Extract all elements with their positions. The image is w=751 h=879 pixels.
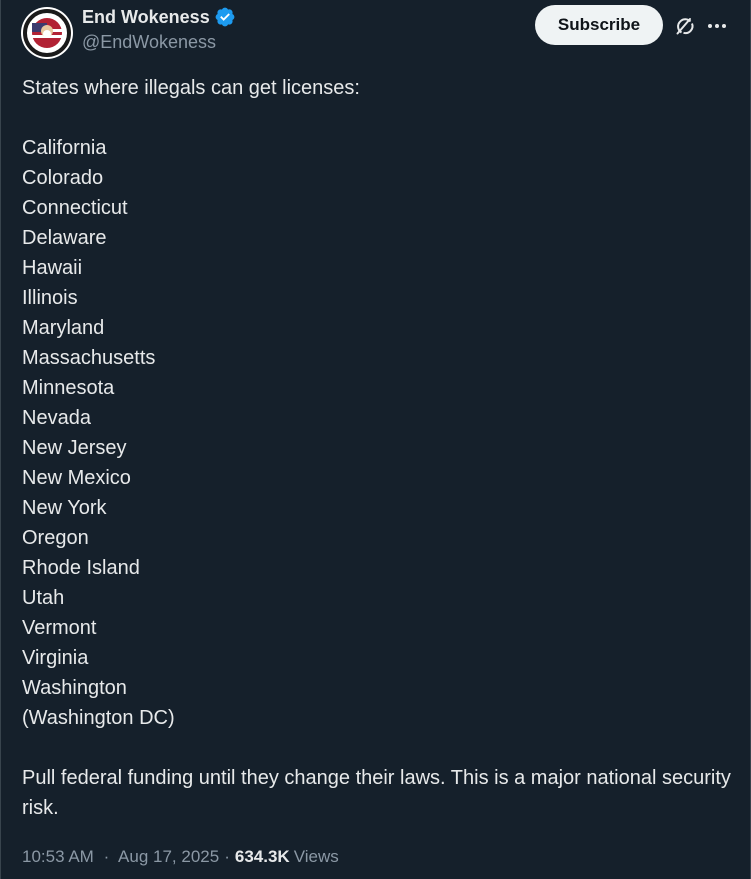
meta-separator: · xyxy=(103,847,110,866)
list-item: New Mexico xyxy=(22,467,131,489)
list-item: Colorado xyxy=(22,167,104,189)
list-item: Maryland xyxy=(22,317,105,339)
post-header: End Wokeness @EndWokeness Subscribe xyxy=(1,0,750,60)
post-time: 10:53 AM xyxy=(22,847,94,866)
list-item: Utah xyxy=(22,587,65,609)
avatar-logo-icon xyxy=(22,8,72,58)
views-label: Views xyxy=(293,847,339,866)
list-item: California xyxy=(22,137,107,159)
list-item: Washington xyxy=(22,677,127,699)
list-item: Illinois xyxy=(22,287,78,309)
post-body: States where illegals can get licenses: … xyxy=(22,73,732,823)
views-count[interactable]: 634.3K xyxy=(235,845,290,869)
grok-icon[interactable] xyxy=(673,14,697,38)
subscribe-button[interactable]: Subscribe xyxy=(535,5,663,45)
list-item: Virginia xyxy=(22,647,89,669)
list-item: Nevada xyxy=(22,407,91,429)
list-item: Minnesota xyxy=(22,377,115,399)
list-item: Vermont xyxy=(22,617,97,639)
list-item: Connecticut xyxy=(22,197,128,219)
avatar[interactable] xyxy=(21,7,73,59)
verified-badge-icon[interactable] xyxy=(214,6,236,28)
author-name-row: End Wokeness xyxy=(82,6,236,28)
author-display-name[interactable]: End Wokeness xyxy=(82,6,210,28)
list-item: Hawaii xyxy=(22,257,83,279)
list-item: Rhode Island xyxy=(22,557,140,579)
author-handle[interactable]: @EndWokeness xyxy=(82,31,216,53)
post-date: Aug 17, 2025 xyxy=(118,847,220,866)
list-item: New York xyxy=(22,497,107,519)
list-item: New Jersey xyxy=(22,437,127,459)
post-closing: Pull federal funding until they change t… xyxy=(22,767,731,819)
post-timestamp-link[interactable]: 10:53 AM · Aug 17, 2025 xyxy=(22,845,219,869)
post-card: End Wokeness @EndWokeness Subscribe Stat… xyxy=(0,0,751,879)
post-meta: 10:53 AM · Aug 17, 2025 · 634.3K Views xyxy=(22,845,339,869)
list-item: Massachusetts xyxy=(22,347,156,369)
meta-separator: · xyxy=(224,847,230,866)
more-icon[interactable] xyxy=(705,14,729,38)
state-list: California Colorado Connecticut Delaware… xyxy=(22,133,732,733)
list-item: (Washington DC) xyxy=(22,707,175,729)
post-intro: States where illegals can get licenses: xyxy=(22,77,360,99)
list-item: Oregon xyxy=(22,527,89,549)
list-item: Delaware xyxy=(22,227,107,249)
